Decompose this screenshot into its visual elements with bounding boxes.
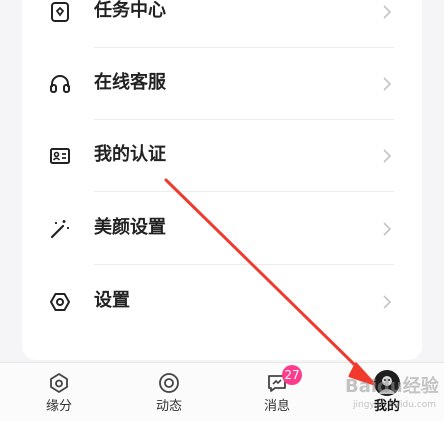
chevron-right-icon [383, 149, 392, 163]
menu-item-task-center[interactable]: 任务中心 [22, 0, 422, 48]
tab-label: 我的 [373, 399, 400, 414]
menu-item-beauty-settings[interactable]: 美颜设置 [22, 193, 422, 265]
menu-item-label: 美颜设置 [94, 217, 166, 238]
menu-item-online-service[interactable]: 在线客服 [22, 48, 422, 120]
hexagon-settings-icon [50, 293, 70, 311]
divider [94, 191, 394, 192]
unread-badge: 27 [282, 365, 302, 385]
tab-mine[interactable]: 我的 [342, 363, 432, 421]
tab-feed[interactable]: 动态 [124, 363, 214, 421]
match-icon [50, 373, 68, 393]
avatar [374, 370, 400, 396]
chevron-right-icon [383, 5, 392, 19]
tab-label: 动态 [155, 399, 182, 414]
tab-label: 消息 [263, 399, 290, 414]
menu-item-label: 我的认证 [94, 144, 166, 165]
chevron-right-icon [383, 295, 392, 309]
feed-icon [159, 373, 179, 393]
menu-item-label: 设置 [94, 290, 130, 311]
tab-messages[interactable]: 27 消息 [232, 363, 322, 421]
menu-item-settings[interactable]: 设置 [22, 266, 422, 338]
magic-wand-icon [50, 220, 69, 239]
chevron-right-icon [383, 222, 392, 236]
bottom-tab-bar: 缘分 动态 27 消息 我的 [0, 362, 444, 421]
menu-item-label: 在线客服 [94, 72, 166, 93]
divider [94, 264, 394, 265]
tab-label: 缘分 [45, 399, 72, 414]
avatar-image [378, 376, 396, 394]
menu-item-my-verification[interactable]: 我的认证 [22, 120, 422, 192]
headset-icon [50, 75, 70, 93]
tab-match[interactable]: 缘分 [14, 363, 104, 421]
id-card-icon [50, 148, 70, 164]
menu-item-label: 任务中心 [94, 0, 166, 21]
task-icon [51, 2, 69, 22]
chevron-right-icon [383, 77, 392, 91]
